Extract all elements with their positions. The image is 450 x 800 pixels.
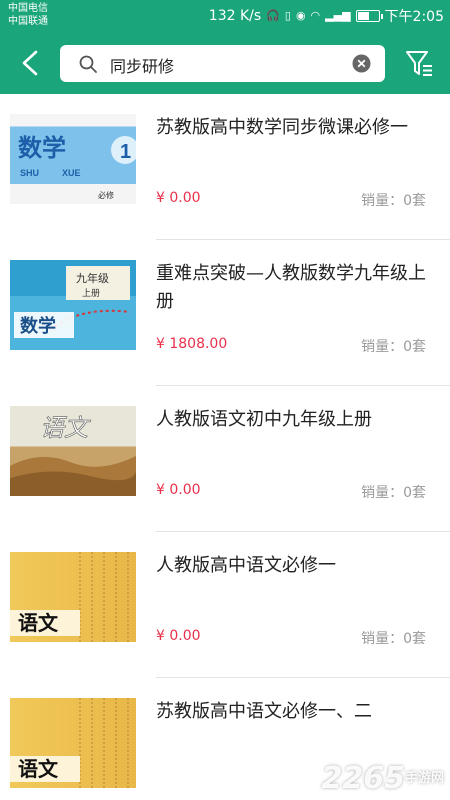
battery-icon [355, 10, 383, 22]
course-cover: 九年级 上册 数学 [10, 260, 136, 350]
course-price: ¥ 0.00 [156, 482, 201, 498]
cover-grade: 九年级 [76, 271, 109, 285]
carrier-1: 中国电信 [8, 3, 48, 14]
course-item[interactable]: 数学 SHU XUE 1 必修 苏教版高中数学同步微课必修一 ¥ 0.00 销量… [0, 94, 450, 240]
cover-pinyin-2: XUE [62, 168, 81, 178]
network-speed: 132 K/s [208, 8, 262, 24]
course-price: ¥ 0.00 [156, 628, 201, 644]
course-title[interactable]: 苏教版高中数学同步微课必修一 [156, 114, 441, 142]
course-item[interactable]: 语文 人教版高中语文必修一 ¥ 0.00 销量：0套 [0, 532, 450, 678]
carrier-info: 中国电信 中国联通 [8, 2, 48, 28]
headphones-icon: 🎧 [266, 9, 280, 22]
course-cover: 语文 [10, 406, 136, 496]
course-list: 数学 SHU XUE 1 必修 苏教版高中数学同步微课必修一 ¥ 0.00 销量… [0, 94, 450, 800]
course-title[interactable]: 苏教版高中语文必修一、二 [156, 698, 441, 726]
course-price: ¥ 0.00 [156, 190, 201, 206]
status-bar: 中国电信 中国联通 132 K/s 🎧 ▯ ◉ ◠ ▂▄▆ 下午2:05 [0, 0, 450, 32]
wifi-icon: ◠ [310, 9, 321, 22]
course-price: ¥ 1808.00 [156, 336, 228, 352]
course-sales: 销量：0套 [361, 485, 426, 501]
cover-title: 语文 [40, 414, 91, 442]
search-icon [79, 55, 97, 73]
eye-icon: ◉ [295, 9, 306, 22]
signal-icon: ▂▄▆ [325, 9, 351, 22]
course-sales: 销量：0套 [361, 631, 426, 647]
back-arrow-icon[interactable] [14, 46, 48, 80]
course-sales: 销量：0套 [361, 193, 426, 209]
cover-title: 语文 [18, 611, 59, 635]
cover-volume: 1 [120, 141, 131, 163]
search-input[interactable]: 同步研修 [60, 45, 385, 82]
cover-title: 数学 [18, 133, 66, 162]
cover-volume: 上册 [82, 288, 100, 299]
course-title[interactable]: 人教版高中语文必修一 [156, 552, 441, 580]
search-query[interactable]: 同步研修 [110, 53, 174, 77]
watermark-site: 手游网 [404, 771, 444, 786]
course-title[interactable]: 重难点突破—人教版数学九年级上册 [156, 260, 441, 316]
course-item[interactable]: 九年级 上册 数学 重难点突破—人教版数学九年级上册 ¥ 1808.00 销量：… [0, 240, 450, 386]
watermark-number: 2265 [321, 761, 405, 796]
watermark-logo: 2265手游网 [321, 761, 444, 796]
course-item[interactable]: 语文 人教版语文初中九年级上册 ¥ 0.00 销量：0套 [0, 386, 450, 532]
cover-note: 必修 [98, 190, 114, 200]
course-sales: 销量：0套 [361, 339, 426, 355]
status-right: 132 K/s 🎧 ▯ ◉ ◠ ▂▄▆ 下午2:05 [209, 6, 444, 26]
course-title[interactable]: 人教版语文初中九年级上册 [156, 406, 441, 434]
cover-title: 语文 [18, 757, 59, 781]
cover-title: 数学 [20, 315, 56, 337]
cover-pinyin-1: SHU [20, 168, 39, 178]
filter-icon[interactable] [404, 46, 434, 80]
course-cover: 语文 [10, 698, 136, 788]
clock: 下午2:05 [384, 9, 444, 25]
vibrate-icon: ▯ [284, 9, 291, 22]
carrier-2: 中国联通 [8, 16, 48, 27]
search-header: 同步研修 [0, 32, 450, 94]
course-cover: 语文 [10, 552, 136, 642]
clear-icon[interactable] [352, 54, 371, 73]
course-cover: 数学 SHU XUE 1 必修 [10, 114, 136, 204]
